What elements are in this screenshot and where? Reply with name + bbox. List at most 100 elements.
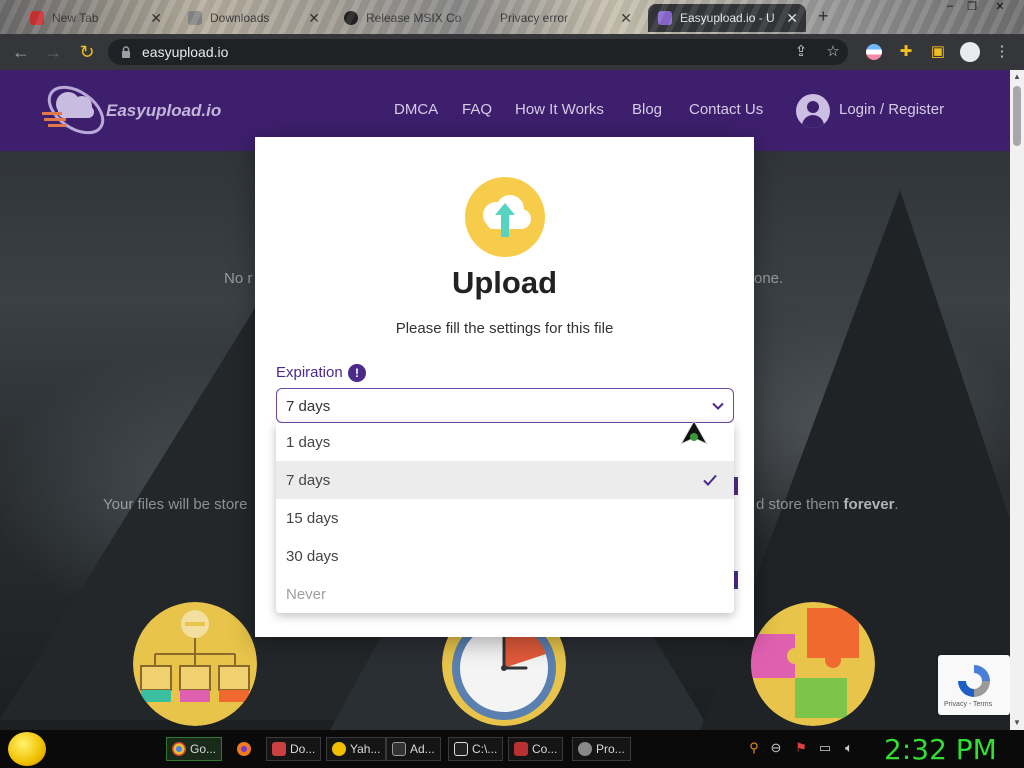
puzzle-illustration-icon	[751, 602, 875, 726]
minimize-icon[interactable]: –	[940, 0, 960, 18]
bookmark-star-icon[interactable]: ☆	[822, 41, 844, 63]
forward-arrow-icon[interactable]: →	[42, 41, 64, 63]
taskbar-button-program[interactable]: Pro...	[572, 737, 631, 761]
menu-dots-icon[interactable]: ⋮	[991, 41, 1013, 63]
taskbar-label: Pro...	[596, 742, 625, 756]
hero-text-fragment: one.	[754, 270, 784, 287]
user-avatar-icon[interactable]	[796, 94, 830, 128]
yahoo-messenger-icon	[332, 742, 346, 756]
taskbar-label: Go...	[190, 742, 217, 756]
taskbar-button-downloads[interactable]: Do...	[266, 737, 322, 761]
tray-status-icon[interactable]: ⊖	[768, 740, 784, 756]
profile-icon[interactable]	[959, 41, 981, 63]
volume-icon[interactable]: 🔈︎	[841, 740, 857, 756]
upload-cloud-icon	[465, 177, 545, 257]
new-tab-icon[interactable]: +	[818, 6, 829, 27]
window-close-icon[interactable]: ✕	[990, 0, 1010, 18]
scroll-up-icon[interactable]: ▲	[1010, 70, 1024, 84]
chevron-down-icon	[712, 402, 724, 410]
avatar-body	[802, 115, 824, 128]
taskbar-button-admin[interactable]: Ad...	[386, 737, 441, 761]
recaptcha-links[interactable]: Privacy - Terms	[944, 701, 992, 708]
modal-title: Upload	[451, 265, 558, 300]
close-icon[interactable]: ✕	[786, 10, 798, 27]
dropdown-option-1-days[interactable]: 1 days	[276, 423, 734, 461]
taskbar-button-7zip[interactable]: C:\...	[448, 737, 504, 761]
scroll-thumb[interactable]	[1013, 86, 1021, 146]
expiration-dropdown-list: 1 days 7 days 15 days 30 days Never	[276, 423, 734, 613]
close-icon[interactable]: ✕	[150, 10, 162, 27]
nav-link-blog[interactable]: Blog	[632, 101, 662, 118]
browser-toolbar: ← → ↻ easyupload.io ⇪ ☆ ✚ ▣ ⋮	[0, 34, 1024, 70]
dropdown-option-7-days[interactable]: 7 days	[276, 461, 734, 499]
7zip-icon	[454, 742, 468, 756]
start-smiley-icon[interactable]	[8, 732, 46, 766]
os-taskbar: Go... Do... Yah... Ad... C:\... Co... Pr…	[0, 730, 1024, 768]
browser-tab[interactable]: New Tab ✕	[20, 4, 170, 32]
info-icon[interactable]: !	[348, 364, 366, 382]
url-text: easyupload.io	[142, 44, 229, 60]
nav-link-how-it-works[interactable]: How It Works	[515, 101, 604, 118]
close-icon[interactable]: ✕	[308, 10, 320, 27]
browser-tab-bar: New Tab ✕ Downloads ✕ Release MSIX Co Pr…	[0, 0, 1024, 34]
lock-icon	[122, 46, 130, 58]
option-label: 7 days	[286, 472, 331, 489]
option-label: 15 days	[286, 510, 339, 527]
flag-extension-icon[interactable]	[863, 41, 885, 63]
browser-tab[interactable]: Release MSIX Co	[334, 4, 484, 32]
easyupload-logo-icon[interactable]	[40, 82, 110, 140]
taskbar-label: Do...	[290, 742, 316, 756]
taskbar-label: Ad...	[410, 742, 435, 756]
firefox-icon	[237, 742, 251, 756]
hero-text-fragment: Your files will be store	[103, 496, 248, 513]
tab-title: New Tab	[52, 11, 99, 25]
back-arrow-icon[interactable]: ←	[10, 41, 32, 63]
taskbar-button-control[interactable]: Co...	[508, 737, 564, 761]
taskbar-button-yahoo[interactable]: Yah...	[326, 737, 387, 761]
expiration-selected-value: 7 days	[286, 398, 331, 415]
hero-text-fragment: No r	[224, 270, 253, 287]
check-icon	[703, 474, 717, 486]
download-icon	[188, 11, 202, 25]
avatar-head	[807, 101, 819, 113]
taskbar-clock[interactable]: 2:32 PM	[884, 733, 997, 766]
extensions-puzzle-icon[interactable]: ✚	[895, 41, 917, 63]
tray-flag-icon[interactable]: ⚑	[793, 740, 809, 756]
recaptcha-icon	[958, 665, 990, 697]
nav-link-faq[interactable]: FAQ	[462, 101, 492, 118]
option-label: Never	[286, 586, 327, 603]
dropdown-option-never: Never	[276, 575, 734, 613]
taskbar-label: C:\...	[472, 742, 498, 756]
nav-link-dmca[interactable]: DMCA	[394, 101, 438, 118]
reload-icon[interactable]: ↻	[76, 41, 98, 63]
search-icon[interactable]: ⚲	[746, 740, 762, 756]
browser-tab[interactable]: Downloads ✕	[178, 4, 328, 32]
expiration-label: Expiration	[276, 364, 343, 381]
tab-title: Easyupload.io - U	[680, 11, 775, 25]
hidden-button-edge	[734, 477, 738, 495]
network-icon[interactable]: ▭	[817, 740, 833, 756]
upload-settings-modal: Upload Please fill the settings for this…	[255, 137, 754, 637]
program-icon	[578, 742, 592, 756]
folder-icon	[272, 742, 286, 756]
terminal-icon	[392, 742, 406, 756]
login-register-link[interactable]: Login / Register	[839, 101, 944, 118]
modal-subtitle: Please fill the settings for this file	[395, 320, 614, 337]
expiration-select[interactable]: 7 days	[276, 388, 734, 423]
restore-icon[interactable]: ❐	[962, 0, 982, 18]
taskbar-button-chrome[interactable]: Go...	[166, 737, 223, 761]
close-icon[interactable]: ✕	[620, 10, 632, 27]
nav-link-contact-us[interactable]: Contact Us	[689, 101, 763, 118]
dropdown-option-15-days[interactable]: 15 days	[276, 499, 734, 537]
page-scrollbar[interactable]: ▲ ▼	[1010, 70, 1024, 730]
share-icon[interactable]: ⇪	[790, 41, 812, 63]
browser-tab[interactable]: Privacy error ✕	[490, 4, 640, 32]
dropdown-option-30-days[interactable]: 30 days	[276, 537, 734, 575]
scroll-down-icon[interactable]: ▼	[1010, 716, 1024, 730]
address-bar[interactable]: easyupload.io	[108, 39, 848, 65]
browser-tab-active[interactable]: Easyupload.io - U ✕	[648, 4, 806, 32]
taskbar-button-firefox[interactable]	[232, 737, 260, 761]
sidebar-panel-icon[interactable]: ▣	[927, 41, 949, 63]
logo-text[interactable]: Easyupload.io	[106, 101, 221, 121]
recaptcha-badge[interactable]: Privacy - Terms	[938, 655, 1010, 715]
